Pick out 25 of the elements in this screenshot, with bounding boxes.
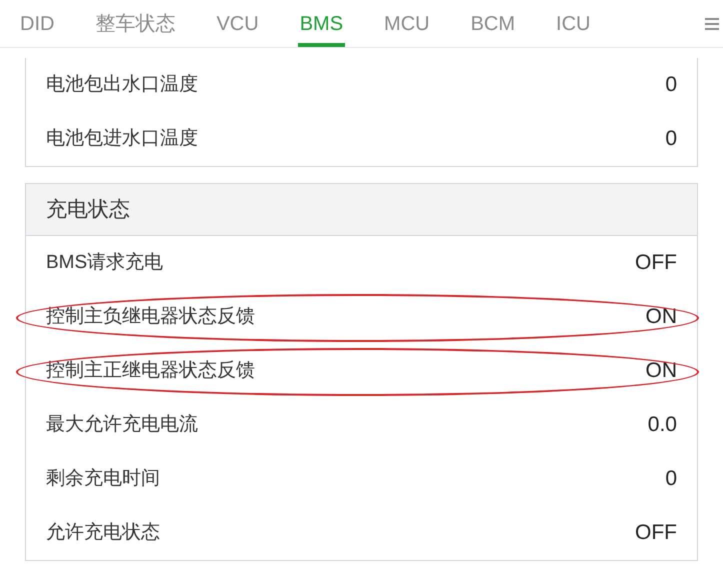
tab[interactable]: ICU <box>554 0 592 47</box>
row-label: 控制主正继电器状态反馈 <box>46 358 255 383</box>
tab[interactable]: VCU <box>214 0 261 47</box>
row-value: ON <box>646 358 677 384</box>
row-label: 剩余充电时间 <box>46 466 160 491</box>
row-label: 最大允许充电电流 <box>46 412 198 437</box>
tab[interactable]: MCU <box>382 0 432 47</box>
tab[interactable]: BCM <box>468 0 518 47</box>
row-value: 0.0 <box>648 412 677 438</box>
section-header: 充电状态 <box>26 184 697 236</box>
menu-icon[interactable] <box>705 16 719 32</box>
row-value: 0 <box>665 126 677 152</box>
row-value: OFF <box>635 520 677 546</box>
row-label: BMS请求充电 <box>46 250 164 275</box>
tab[interactable]: 整车状态 <box>93 0 178 47</box>
row-value: OFF <box>635 250 677 276</box>
row-label: 电池包进水口温度 <box>46 126 198 151</box>
row-label: 电池包出水口温度 <box>46 72 198 97</box>
tab[interactable]: BMS <box>298 0 346 47</box>
row-label: 允许充电状态 <box>46 520 160 545</box>
row-value: 0 <box>665 72 677 98</box>
row-label: 控制主负继电器状态反馈 <box>46 304 255 329</box>
tab[interactable]: DID <box>18 0 56 47</box>
row-value: 0 <box>665 466 677 492</box>
row-value: ON <box>646 304 677 330</box>
